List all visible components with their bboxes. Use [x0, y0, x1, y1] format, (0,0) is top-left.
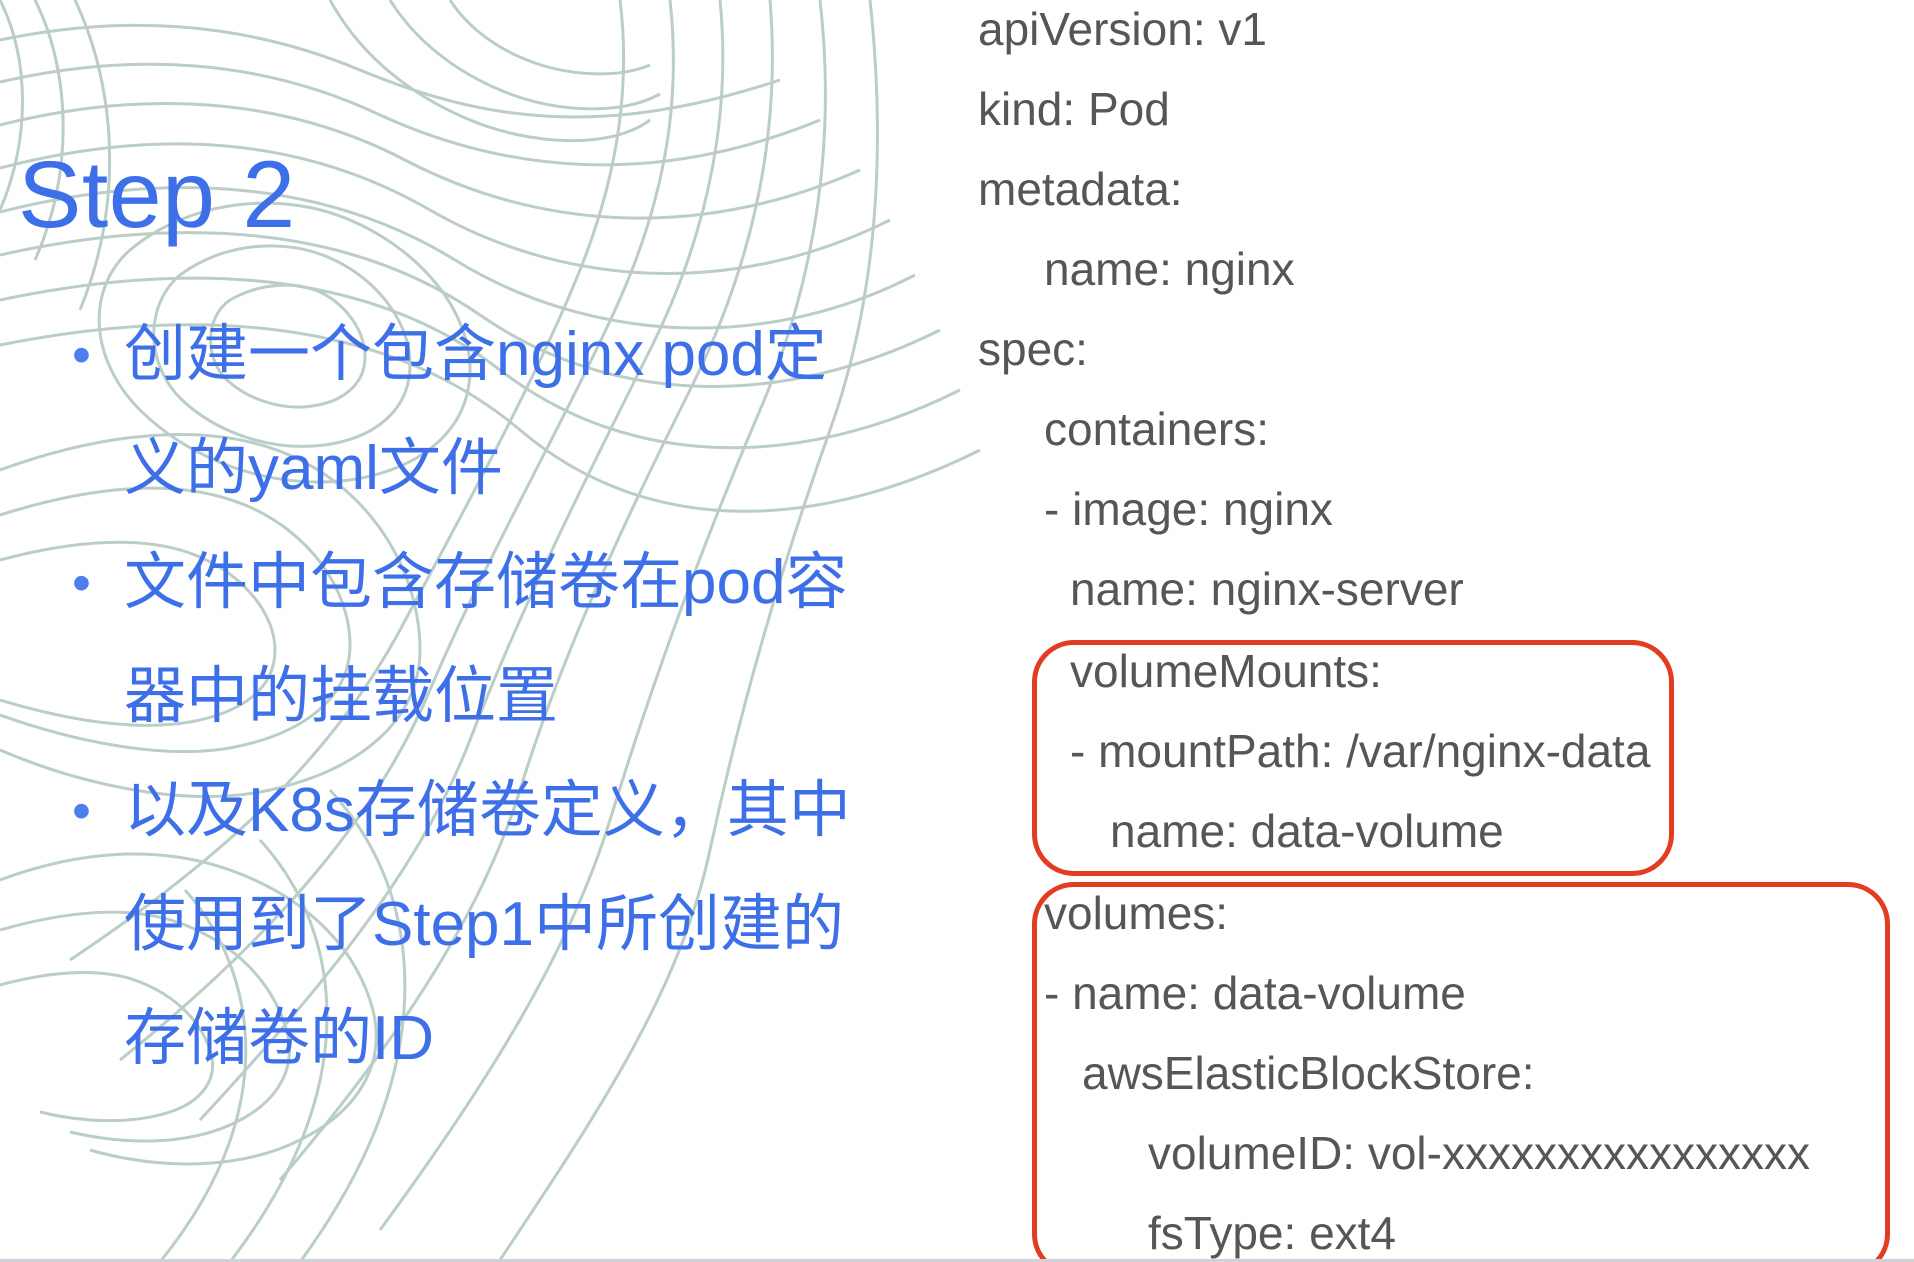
bullet-item-volume-definition: • 以及K8s存储卷定义，其中 使用到了Step1中所创建的 存储卷的ID: [72, 754, 860, 1096]
bullet-text-line: 文件中包含存储卷在pod容: [124, 548, 848, 617]
yaml-line-volumes: volumes:: [1044, 887, 1229, 939]
bullet-dot-icon: •: [72, 553, 91, 613]
yaml-line-container-name: name: nginx-server: [1070, 563, 1464, 615]
yaml-line-mount-path: - mountPath: /var/nginx-data: [1070, 725, 1651, 777]
slide: Step 2 • 创建一个包含nginx pod定 义的yaml文件 • 文件中…: [0, 0, 1914, 1262]
yaml-line-containers: containers:: [1044, 403, 1270, 455]
yaml-line-kind: kind: Pod: [978, 83, 1170, 135]
bullet-item-mount-location: • 文件中包含存储卷在pod容 器中的挂载位置: [72, 526, 860, 754]
yaml-line-image: - image: nginx: [1044, 483, 1333, 535]
yaml-code-block: apiVersion: v1 kind: Pod metadata: name:…: [978, 0, 1890, 1262]
bullet-dot-icon: •: [72, 781, 91, 841]
bullet-text-line: 使用到了Step1中所创建的: [124, 890, 845, 959]
bullet-list: • 创建一个包含nginx pod定 义的yaml文件 • 文件中包含存储卷在p…: [72, 298, 860, 1096]
bullet-item-create-yaml: • 创建一个包含nginx pod定 义的yaml文件: [72, 298, 860, 526]
yaml-line-mount-name: name: data-volume: [1110, 805, 1504, 857]
yaml-line-spec: spec:: [978, 323, 1088, 375]
yaml-line-volume-mounts: volumeMounts:: [1070, 645, 1382, 697]
bullet-text-line: 义的yaml文件: [124, 434, 503, 503]
slide-title: Step 2: [18, 142, 296, 248]
yaml-line-volume-id: volumeID: vol-xxxxxxxxxxxxxxxx: [1148, 1127, 1810, 1179]
yaml-line-fs-type: fsType: ext4: [1148, 1207, 1397, 1259]
bullet-text-line: 器中的挂载位置: [124, 662, 559, 731]
yaml-line-volume-name: - name: data-volume: [1044, 967, 1466, 1019]
yaml-line-metadata-name: name: nginx: [1044, 243, 1295, 295]
yaml-line-api-version: apiVersion: v1: [978, 3, 1267, 55]
bullet-text-line: 以及K8s存储卷定义，其中: [124, 776, 851, 845]
yaml-line-metadata: metadata:: [978, 163, 1183, 215]
bullet-text-line: 存储卷的ID: [124, 1004, 435, 1073]
bullet-dot-icon: •: [72, 325, 91, 385]
bullet-text-line: 创建一个包含nginx pod定: [124, 320, 827, 389]
yaml-line-aws-elastic-block-store: awsElasticBlockStore:: [1082, 1047, 1535, 1099]
